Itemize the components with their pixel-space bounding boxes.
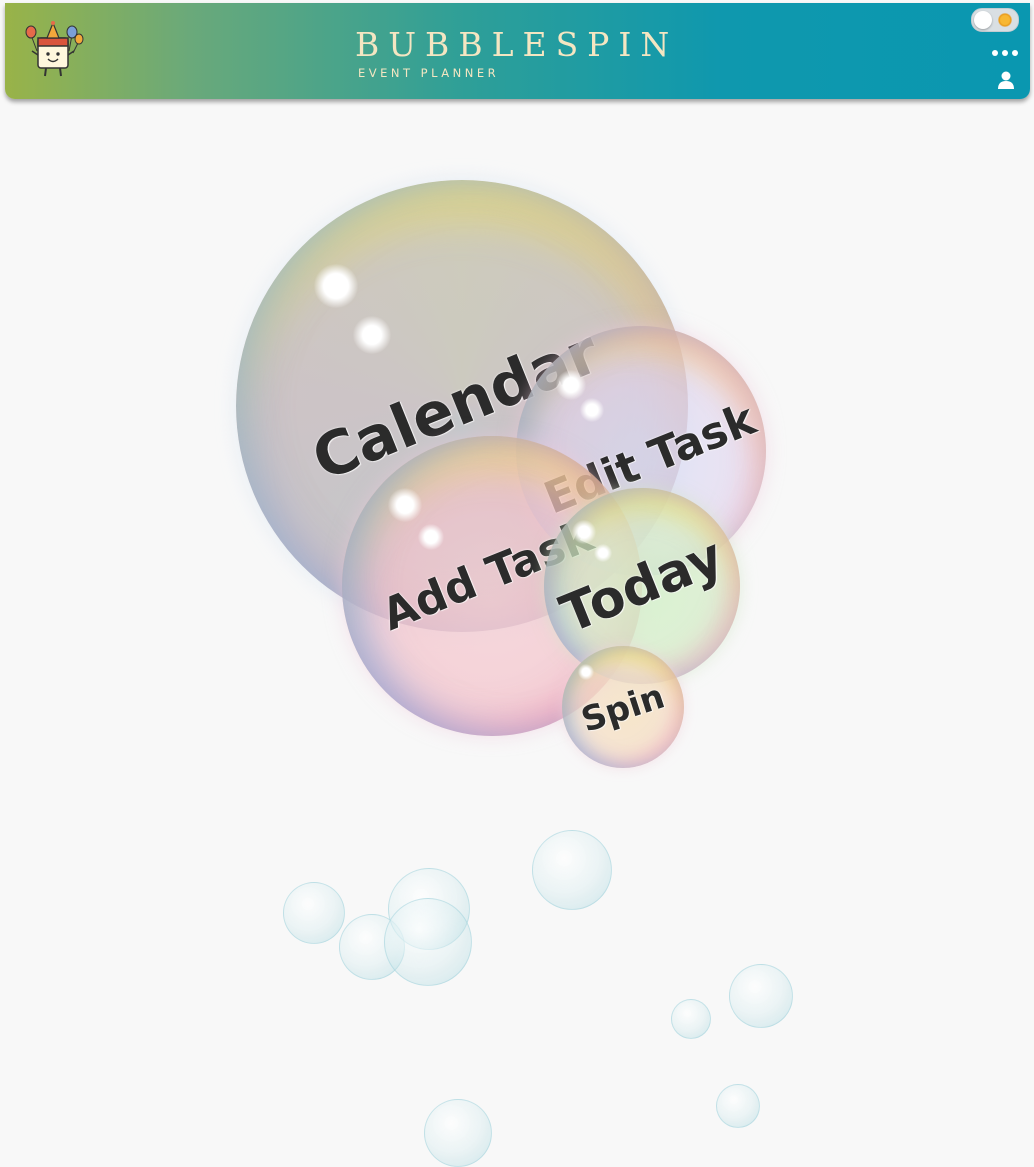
brand-title: BUBBLESPIN (355, 25, 679, 64)
bubble-menu: Calendar Edit Task Add Task Today Spin (0, 100, 1034, 1167)
decorative-bubble (532, 830, 612, 910)
decorative-bubble (283, 882, 345, 944)
bubble-highlight (418, 524, 444, 550)
party-calendar-mascot-icon[interactable] (23, 21, 85, 79)
more-dots-icon[interactable] (990, 48, 1020, 58)
bubble-highlight (580, 398, 604, 422)
today-label: Today (552, 526, 732, 646)
decorative-bubble (384, 898, 472, 986)
toggle-knob (974, 11, 992, 29)
spin-label: Spin (576, 676, 670, 741)
bubble-highlight (556, 370, 586, 400)
user-icon[interactable] (997, 70, 1015, 90)
decorative-bubble (716, 1084, 760, 1128)
decorative-bubble (424, 1099, 492, 1167)
bubble-highlight (314, 264, 358, 308)
decorative-bubble (729, 964, 793, 1028)
bubble-highlight (572, 520, 596, 544)
bubble-highlight (578, 664, 594, 680)
bubble-highlight (594, 544, 612, 562)
theme-toggle[interactable] (971, 8, 1019, 32)
sun-icon (998, 13, 1012, 27)
brand-logo: BUBBLESPIN EVENT PLANNER (355, 25, 685, 85)
decorative-bubble (671, 999, 711, 1039)
spin-bubble[interactable]: Spin (562, 646, 684, 768)
app-header: BUBBLESPIN EVENT PLANNER (5, 3, 1030, 99)
bubble-highlight (353, 316, 391, 354)
brand-subtitle: EVENT PLANNER (358, 66, 500, 80)
bubble-highlight (388, 488, 422, 522)
